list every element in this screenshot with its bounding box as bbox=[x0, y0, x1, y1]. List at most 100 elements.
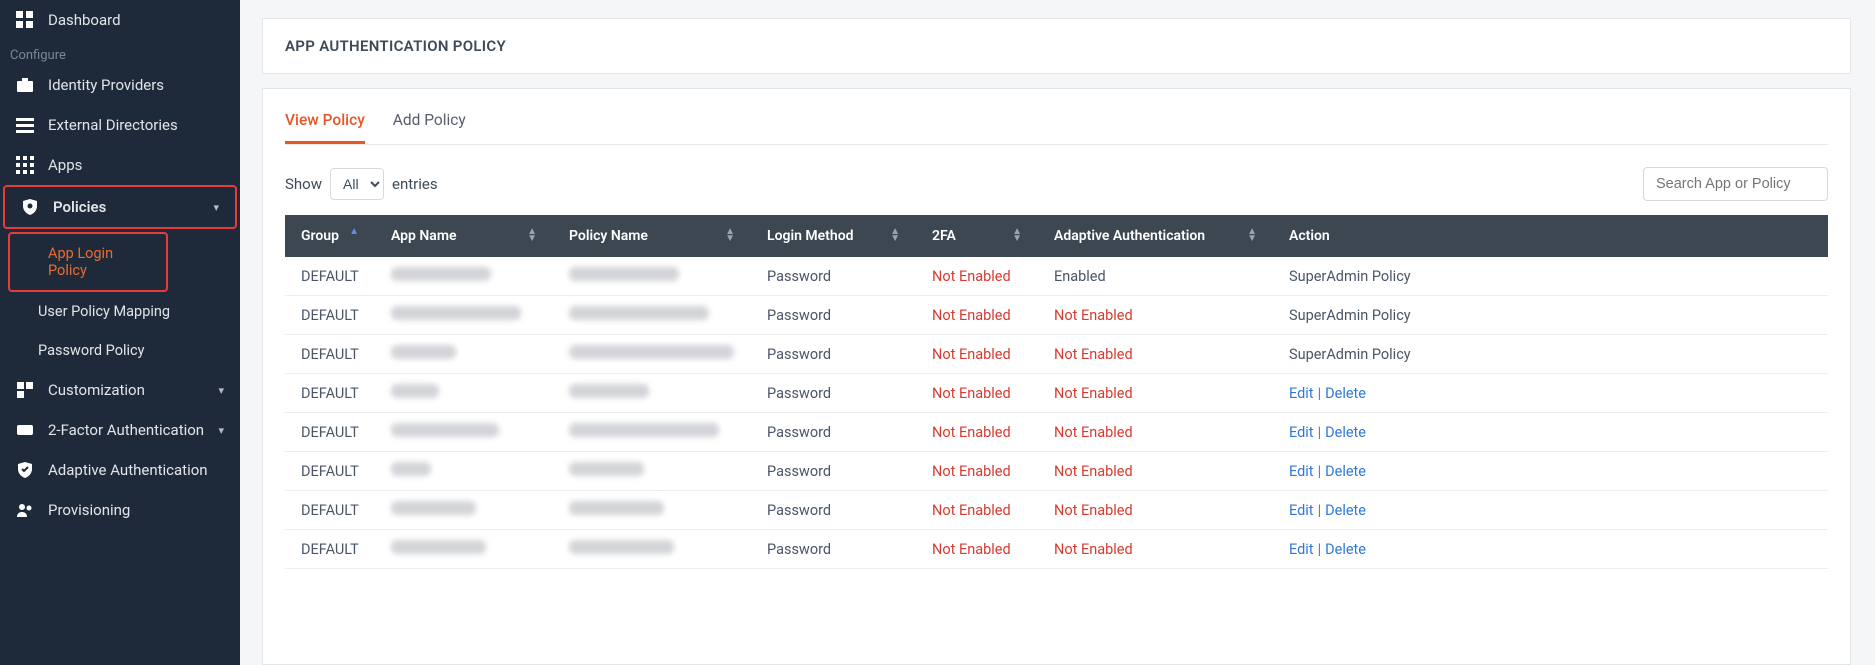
shield-check-icon bbox=[16, 461, 34, 479]
entries-select[interactable]: All bbox=[330, 168, 384, 200]
sidebar-item-label: User Policy Mapping bbox=[38, 303, 224, 320]
grid-icon bbox=[16, 156, 34, 174]
cell-login-method: Password bbox=[751, 335, 916, 374]
sort-icon: ▲▼ bbox=[1012, 228, 1022, 242]
cell-app-name bbox=[375, 296, 553, 335]
col-2fa[interactable]: 2FA ▲▼ bbox=[916, 215, 1038, 257]
cell-action: Edit|Delete bbox=[1273, 374, 1828, 413]
cell-group: DEFAULT bbox=[285, 530, 375, 569]
sidebar-item-label: Dashboard bbox=[48, 11, 224, 29]
delete-link[interactable]: Delete bbox=[1325, 424, 1366, 441]
cell-action: Edit|Delete bbox=[1273, 452, 1828, 491]
sidebar-item-dashboard[interactable]: Dashboard bbox=[0, 0, 240, 40]
search-input[interactable] bbox=[1643, 167, 1828, 201]
tab-add-policy[interactable]: Add Policy bbox=[393, 111, 466, 144]
sidebar-sub-user-policy-mapping[interactable]: User Policy Mapping bbox=[0, 292, 240, 331]
list-icon bbox=[16, 116, 34, 134]
link-separator: | bbox=[1314, 385, 1326, 402]
cell-action: SuperAdmin Policy bbox=[1273, 335, 1828, 374]
sidebar-item-apps[interactable]: Apps bbox=[0, 145, 240, 185]
shield-icon bbox=[21, 198, 39, 216]
cell-policy-name bbox=[553, 296, 751, 335]
table-row: DEFAULTPasswordNot EnabledNot EnabledEdi… bbox=[285, 374, 1828, 413]
cell-adaptive: Not Enabled bbox=[1038, 413, 1273, 452]
edit-link[interactable]: Edit bbox=[1289, 502, 1314, 519]
cell-2fa: Not Enabled bbox=[916, 335, 1038, 374]
cell-policy-name bbox=[553, 335, 751, 374]
tab-view-policy[interactable]: View Policy bbox=[285, 111, 365, 144]
cell-app-name bbox=[375, 530, 553, 569]
chevron-down-icon: ▾ bbox=[218, 384, 224, 397]
cell-2fa: Not Enabled bbox=[916, 530, 1038, 569]
sidebar-item-label: Adaptive Authentication bbox=[48, 461, 224, 479]
delete-link[interactable]: Delete bbox=[1325, 502, 1366, 519]
page-title: APP AUTHENTICATION POLICY bbox=[262, 18, 1851, 74]
edit-link[interactable]: Edit bbox=[1289, 463, 1314, 480]
cell-2fa: Not Enabled bbox=[916, 374, 1038, 413]
cell-action: SuperAdmin Policy bbox=[1273, 257, 1828, 296]
cell-app-name bbox=[375, 491, 553, 530]
cell-adaptive: Not Enabled bbox=[1038, 335, 1273, 374]
sidebar-item-2fa[interactable]: 2-Factor Authentication ▾ bbox=[0, 410, 240, 450]
cell-adaptive: Not Enabled bbox=[1038, 491, 1273, 530]
sort-icon: ▲ bbox=[349, 228, 359, 235]
cell-policy-name bbox=[553, 257, 751, 296]
col-adaptive-auth[interactable]: Adaptive Authentication ▲▼ bbox=[1038, 215, 1273, 257]
table-row: DEFAULTPasswordNot EnabledNot EnabledEdi… bbox=[285, 413, 1828, 452]
sort-icon: ▲▼ bbox=[527, 228, 537, 242]
sidebar-item-provisioning[interactable]: Provisioning bbox=[0, 490, 240, 530]
cell-login-method: Password bbox=[751, 530, 916, 569]
table-row: DEFAULTPasswordNot EnabledNot EnabledEdi… bbox=[285, 530, 1828, 569]
col-policy-name[interactable]: Policy Name ▲▼ bbox=[553, 215, 751, 257]
policy-card: View Policy Add Policy Show All entries bbox=[262, 88, 1851, 665]
delete-link[interactable]: Delete bbox=[1325, 385, 1366, 402]
cell-app-name bbox=[375, 413, 553, 452]
cell-2fa: Not Enabled bbox=[916, 257, 1038, 296]
cell-adaptive: Enabled bbox=[1038, 257, 1273, 296]
cell-app-name bbox=[375, 257, 553, 296]
cell-policy-name bbox=[553, 374, 751, 413]
users-icon bbox=[16, 501, 34, 519]
sidebar-item-policies[interactable]: Policies ▾ bbox=[3, 185, 237, 229]
policy-table: Group ▲ App Name ▲▼ Policy Name ▲▼ bbox=[285, 215, 1828, 569]
sidebar-item-identity-providers[interactable]: Identity Providers bbox=[0, 65, 240, 105]
edit-link[interactable]: Edit bbox=[1289, 541, 1314, 558]
cell-login-method: Password bbox=[751, 452, 916, 491]
edit-link[interactable]: Edit bbox=[1289, 385, 1314, 402]
sidebar-sub-password-policy[interactable]: Password Policy bbox=[0, 331, 240, 370]
cell-group: DEFAULT bbox=[285, 413, 375, 452]
sidebar-item-label: Identity Providers bbox=[48, 76, 224, 94]
sidebar-item-customization[interactable]: Customization ▾ bbox=[0, 370, 240, 410]
delete-link[interactable]: Delete bbox=[1325, 541, 1366, 558]
cell-2fa: Not Enabled bbox=[916, 452, 1038, 491]
cell-policy-name bbox=[553, 530, 751, 569]
cell-adaptive: Not Enabled bbox=[1038, 296, 1273, 335]
entries-control: Show All entries bbox=[285, 168, 438, 200]
table-row: DEFAULTPasswordNot EnabledNot EnabledSup… bbox=[285, 296, 1828, 335]
entries-label: entries bbox=[392, 175, 438, 193]
cell-adaptive: Not Enabled bbox=[1038, 374, 1273, 413]
col-login-method[interactable]: Login Method ▲▼ bbox=[751, 215, 916, 257]
sidebar-item-label: App Login Policy bbox=[48, 245, 150, 279]
link-separator: | bbox=[1314, 463, 1326, 480]
cell-group: DEFAULT bbox=[285, 257, 375, 296]
cell-action: Edit|Delete bbox=[1273, 530, 1828, 569]
sidebar-section-configure: Configure bbox=[0, 40, 240, 65]
sidebar-item-label: External Directories bbox=[48, 116, 224, 134]
sidebar-item-adaptive-auth[interactable]: Adaptive Authentication bbox=[0, 450, 240, 490]
cell-login-method: Password bbox=[751, 374, 916, 413]
sidebar-sub-app-login-policy[interactable]: App Login Policy bbox=[8, 232, 168, 292]
sidebar-item-external-directories[interactable]: External Directories bbox=[0, 105, 240, 145]
table-row: DEFAULTPasswordNot EnabledNot EnabledSup… bbox=[285, 335, 1828, 374]
delete-link[interactable]: Delete bbox=[1325, 463, 1366, 480]
col-app-name[interactable]: App Name ▲▼ bbox=[375, 215, 553, 257]
sidebar-item-label: Apps bbox=[48, 156, 224, 174]
col-group[interactable]: Group ▲ bbox=[285, 215, 375, 257]
link-separator: | bbox=[1314, 541, 1326, 558]
sort-icon: ▲▼ bbox=[1247, 228, 1257, 242]
cell-policy-name bbox=[553, 491, 751, 530]
code-icon bbox=[16, 421, 34, 439]
sidebar-item-label: Password Policy bbox=[38, 342, 224, 359]
link-separator: | bbox=[1314, 424, 1326, 441]
edit-link[interactable]: Edit bbox=[1289, 424, 1314, 441]
